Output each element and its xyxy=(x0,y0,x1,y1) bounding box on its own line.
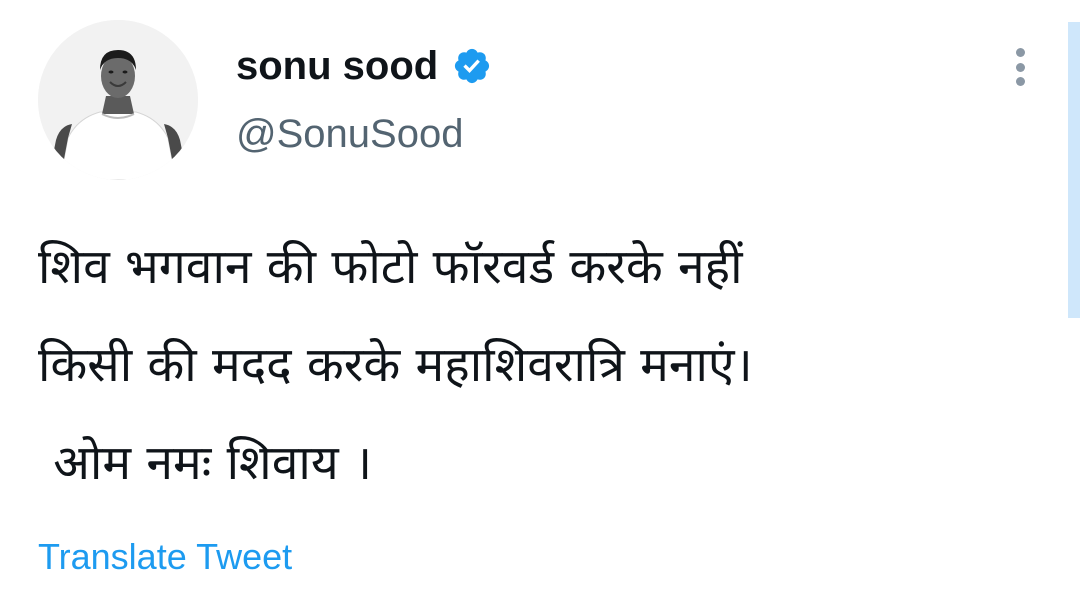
tweet-text: शिव भगवान की फोटो फॉरवर्ड करके नहीं किसी… xyxy=(38,218,1048,512)
verified-badge-icon xyxy=(452,46,492,86)
more-vertical-icon xyxy=(1015,48,1025,57)
tweet-card: sonu sood @SonuSood शिव भगवान की फोटो फॉ… xyxy=(0,0,1080,596)
more-vertical-icon-dot xyxy=(1015,62,1025,72)
tweet-text-line: ओम नमः शिवाय । xyxy=(38,435,373,491)
scrollbar[interactable] xyxy=(1068,22,1080,318)
tweet-text-line: किसी की मदद करके महाशिवरात्रि मनाएं। xyxy=(38,337,753,393)
tweet-text-line: शिव भगवान की फोटो फॉरवर्ड करके नहीं xyxy=(38,239,743,295)
translate-tweet-link[interactable]: Translate Tweet xyxy=(38,536,292,578)
author-handle[interactable]: @SonuSood xyxy=(236,112,463,157)
avatar-photo xyxy=(38,20,198,180)
author-name-row: sonu sood xyxy=(236,38,492,94)
author-display-name[interactable]: sonu sood xyxy=(236,44,438,89)
author-avatar[interactable] xyxy=(38,20,198,180)
more-options-button[interactable] xyxy=(1004,42,1036,92)
more-vertical-icon-dot xyxy=(1015,77,1025,86)
